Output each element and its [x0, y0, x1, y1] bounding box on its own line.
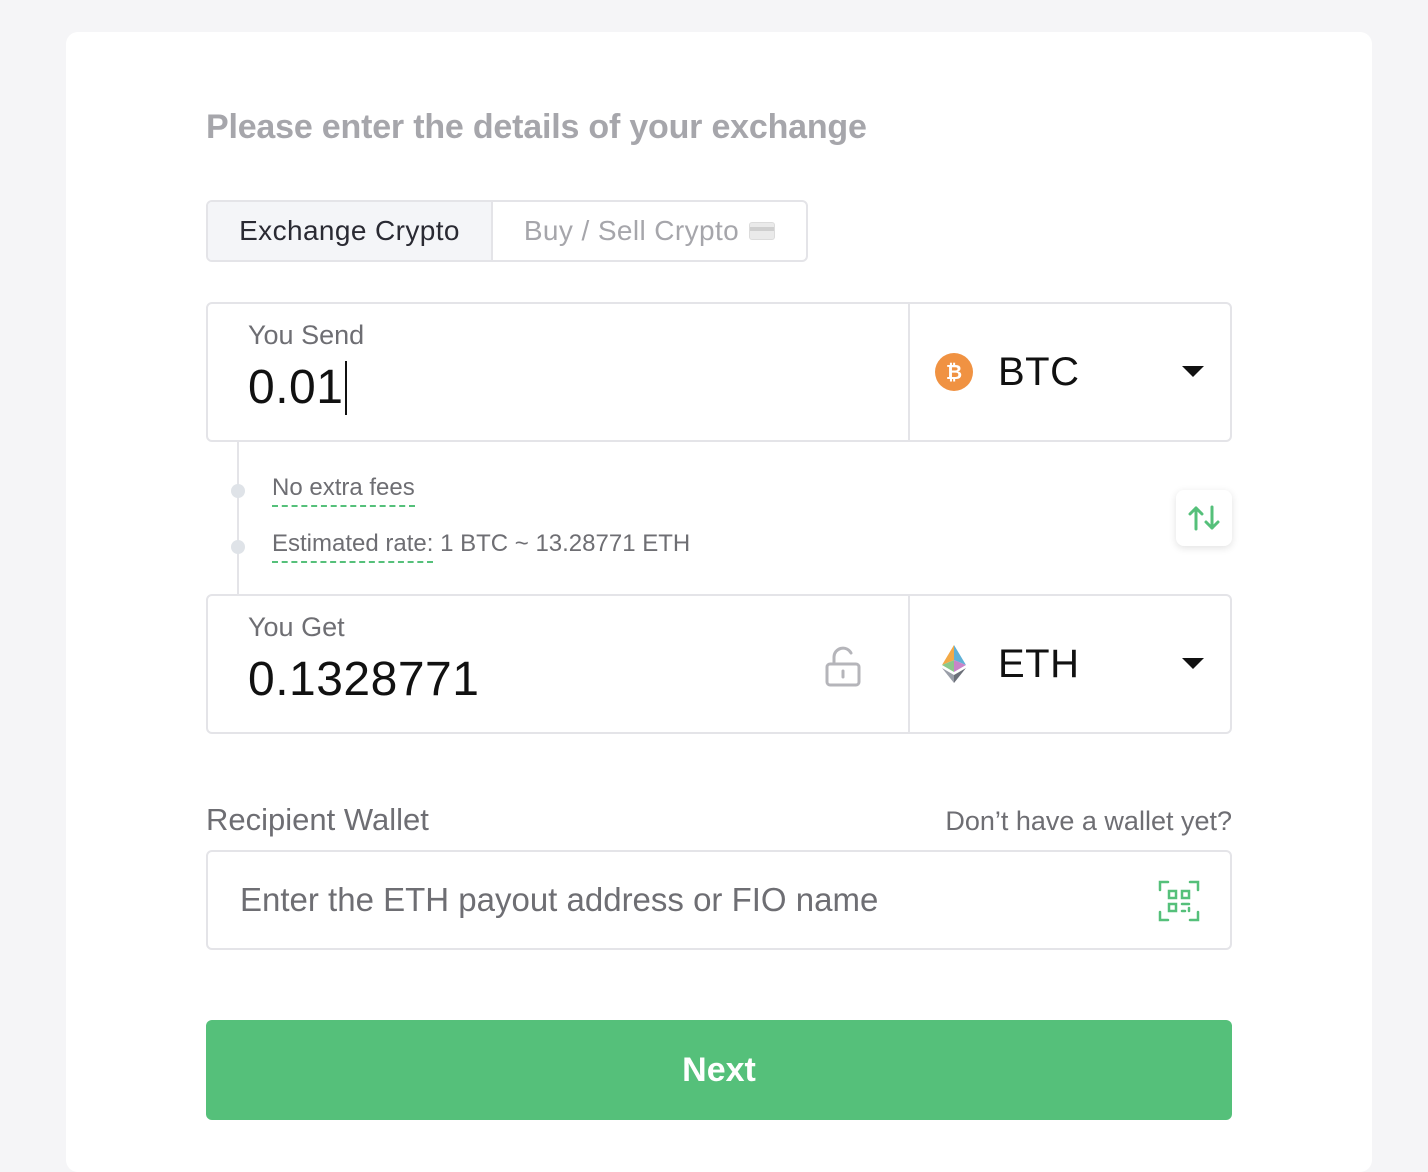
recipient-wallet-input[interactable] [208, 852, 1128, 948]
next-button[interactable]: Next [206, 1020, 1232, 1120]
get-currency-select[interactable]: ETH [910, 596, 1230, 732]
send-amount-input[interactable]: 0.01 [248, 360, 348, 415]
qr-scan-icon[interactable] [1158, 880, 1200, 922]
recipient-wallet-label: Recipient Wallet [206, 802, 429, 837]
send-amount-area[interactable]: You Send 0.01 [208, 304, 910, 440]
tab-exchange-crypto[interactable]: Exchange Crypto [208, 202, 493, 260]
tab-buy-sell-crypto[interactable]: Buy / Sell Crypto [493, 202, 806, 260]
unlock-icon[interactable] [824, 646, 862, 688]
bitcoin-icon: ₿ [935, 353, 973, 391]
chevron-down-icon [1182, 366, 1204, 377]
timeline-dot [231, 484, 245, 498]
text-caret [345, 360, 348, 415]
timeline-dot [231, 540, 245, 554]
chevron-down-icon [1182, 658, 1204, 669]
get-amount-value: 0.1328771 [248, 653, 480, 706]
no-extra-fees[interactable]: No extra fees [272, 474, 415, 507]
get-currency-code: ETH [998, 641, 1080, 686]
swap-currencies-button[interactable] [1176, 490, 1232, 546]
send-field: You Send 0.01 ₿ BTC [206, 302, 1232, 442]
tab-exchange-crypto-label: Exchange Crypto [239, 215, 460, 246]
send-currency-code: BTC [998, 349, 1080, 394]
rate-value: 1 BTC ~ 13.28771 ETH [440, 530, 691, 557]
page-title: Please enter the details of your exchang… [206, 108, 867, 146]
no-wallet-link[interactable]: Don’t have a wallet yet? [945, 806, 1232, 837]
get-field: You Get 0.1328771 ETH [206, 594, 1232, 734]
svg-text:₿: ₿ [946, 360, 962, 384]
exchange-mode-tabs: Exchange Crypto Buy / Sell Crypto [206, 200, 808, 262]
credit-card-icon [749, 222, 776, 240]
ethereum-icon [942, 645, 966, 683]
tab-buy-sell-crypto-label: Buy / Sell Crypto [523, 215, 740, 246]
swap-arrows-icon [1188, 505, 1220, 531]
get-amount-area: You Get 0.1328771 [208, 596, 910, 732]
estimated-rate[interactable]: Estimated rate: 1 BTC ~ 13.28771 ETH [272, 530, 691, 563]
send-currency-select[interactable]: ₿ BTC [910, 304, 1230, 440]
fees-text: No extra fees [272, 474, 415, 507]
rate-label: Estimated rate: [272, 530, 434, 563]
rate-timeline-line [237, 442, 239, 594]
get-label: You Get [248, 612, 345, 642]
send-label: You Send [248, 320, 365, 350]
recipient-wallet-field [206, 850, 1232, 950]
send-amount-value: 0.01 [248, 361, 344, 414]
